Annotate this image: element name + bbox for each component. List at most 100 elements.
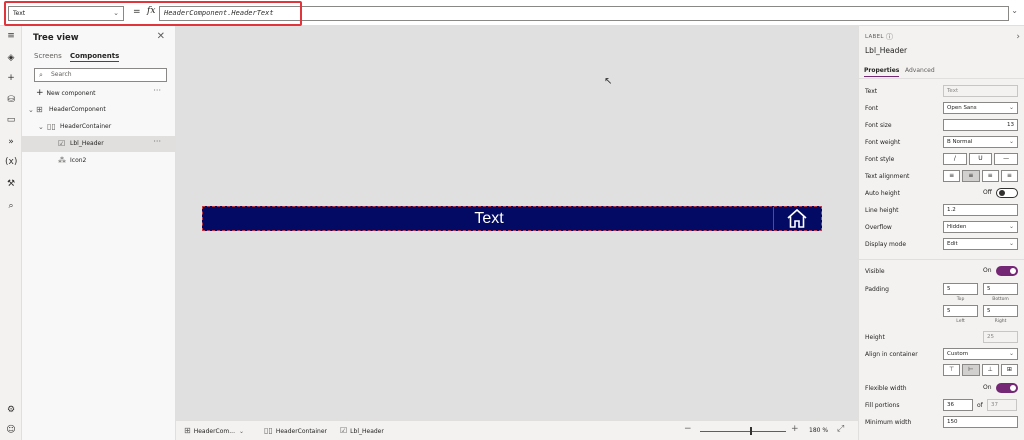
breadcrumb-label: HeaderContainer: [275, 428, 327, 435]
settings-icon[interactable]: ⚙: [5, 404, 17, 416]
collapse-panel-icon[interactable]: ›: [1016, 32, 1020, 42]
fill-portions-field[interactable]: 36: [943, 399, 973, 411]
tree-item-headercomponent[interactable]: ⌄ ⊞ HeaderComponent: [22, 102, 175, 118]
align-middle-icon[interactable]: ⊢: [962, 364, 980, 376]
align-left-icon[interactable]: ≡: [943, 170, 961, 182]
canvas[interactable]: ↖ Text: [176, 26, 858, 420]
prop-font-weight-row: Font weight B Normal ⌄: [859, 135, 1024, 152]
visible-toggle-wrap: On: [983, 266, 1019, 276]
breadcrumb-lbl-header[interactable]: ☑ Lbl_Header: [340, 421, 384, 440]
min-width-field[interactable]: 150: [943, 416, 1018, 428]
close-icon[interactable]: ✕: [157, 31, 165, 42]
align-justify-icon[interactable]: ≡: [1000, 170, 1018, 182]
header-component[interactable]: Text: [202, 206, 822, 231]
font-value: Open Sans: [947, 105, 977, 111]
tree-item-label: HeaderComponent: [49, 106, 106, 113]
tree-item-icon2[interactable]: ⁂ Icon2: [22, 153, 175, 169]
padding-left-field[interactable]: 5: [943, 305, 978, 317]
database-icon[interactable]: ⛁: [5, 94, 17, 106]
font-size-field[interactable]: 13: [943, 119, 1018, 131]
align-stretch-icon[interactable]: ⊞: [1000, 364, 1018, 376]
align-buttons: ⊤ ⊢ ⊥ ⊞: [943, 364, 1018, 376]
chevron-down-icon[interactable]: ⌄: [38, 119, 44, 135]
tab-advanced[interactable]: Advanced: [905, 67, 935, 74]
home-button[interactable]: [773, 207, 821, 230]
font-weight-value: B Normal: [947, 139, 973, 145]
chevron-down-icon: ⌄: [1008, 350, 1014, 357]
padding-right-field[interactable]: 5: [983, 305, 1018, 317]
overflow-value: Hidden: [947, 224, 967, 230]
prop-label: Text: [865, 88, 878, 95]
header-label-text[interactable]: Text: [203, 207, 775, 230]
new-component-button[interactable]: + New component: [36, 88, 95, 98]
align-center-icon[interactable]: ≡: [962, 170, 980, 182]
line-height-field[interactable]: 1.2: [943, 204, 1018, 216]
align-right-icon[interactable]: ≡: [981, 170, 999, 182]
help-icon[interactable]: ⓘ: [886, 32, 893, 42]
align-in-container-dropdown[interactable]: Custom ⌄: [943, 348, 1018, 360]
container-icon: ▯▯: [47, 122, 56, 131]
zoom-in-button[interactable]: +: [791, 424, 799, 434]
hamburger-icon[interactable]: ≡: [5, 30, 17, 42]
tools-icon[interactable]: ⚒: [5, 178, 17, 190]
left-rail: ≡ ◈ + ⛁ ▭ » (x) ⚒ ⌕ ⚙ ☺: [0, 26, 22, 440]
tree-item-lbl-header[interactable]: ☑ Lbl_Header ···: [22, 136, 175, 152]
strikethrough-button[interactable]: —: [994, 153, 1019, 165]
height-field[interactable]: 25: [983, 331, 1018, 343]
plus-icon[interactable]: +: [5, 72, 17, 84]
fit-to-screen-icon[interactable]: ⤢: [837, 424, 844, 434]
prop-label: Auto height: [865, 190, 900, 197]
tab-components[interactable]: Components: [70, 52, 120, 62]
align-value: Custom: [947, 351, 969, 357]
font-weight-dropdown[interactable]: B Normal ⌄: [943, 136, 1018, 148]
auto-height-toggle[interactable]: [996, 188, 1018, 198]
display-mode-dropdown[interactable]: Edit ⌄: [943, 238, 1018, 250]
search-input[interactable]: ⌕ Search: [34, 68, 167, 82]
prop-label: Fill portions: [865, 402, 900, 409]
font-dropdown[interactable]: Open Sans ⌄: [943, 102, 1018, 114]
overflow-dropdown[interactable]: Hidden ⌄: [943, 221, 1018, 233]
variables-icon[interactable]: (x): [5, 156, 17, 168]
zoom-slider[interactable]: [700, 427, 786, 435]
flow-icon[interactable]: »: [5, 136, 17, 148]
more-options-icon[interactable]: ···: [153, 134, 161, 150]
layers-icon[interactable]: ◈: [5, 52, 17, 64]
new-component-label: New component: [46, 90, 96, 97]
media-icon[interactable]: ▭: [5, 114, 17, 126]
zoom-slider-thumb[interactable]: [750, 427, 752, 435]
text-field[interactable]: Text: [943, 85, 1018, 97]
more-options-icon[interactable]: ···: [153, 86, 161, 95]
tree-item-label: HeaderContainer: [60, 123, 112, 130]
tab-screens[interactable]: Screens: [34, 52, 62, 60]
zoom-out-button[interactable]: −: [684, 424, 692, 434]
search-icon[interactable]: ⌕: [5, 200, 17, 212]
padding-top-field[interactable]: 5: [943, 283, 978, 295]
chevron-down-icon: ⌄: [238, 428, 245, 435]
prop-label: Line height: [865, 207, 899, 214]
padding-bottom-field[interactable]: 5: [983, 283, 1018, 295]
prop-line-height-row: Line height 1.2: [859, 203, 1024, 220]
highlight-annotation: [4, 1, 302, 26]
prop-label: Minimum width: [865, 419, 912, 426]
tab-properties[interactable]: Properties: [864, 67, 900, 77]
account-icon[interactable]: ☺: [5, 424, 17, 436]
align-bottom-icon[interactable]: ⊥: [981, 364, 999, 376]
status-bar: ⊞ HeaderCom... ⌄ ▯▯ HeaderContainer ☑ Lbl_He…: [176, 420, 858, 440]
chevron-down-icon[interactable]: ⌄: [28, 102, 34, 118]
control-name[interactable]: Lbl_Header: [865, 46, 907, 55]
breadcrumb-headercomponent[interactable]: ⊞ HeaderCom... ⌄: [184, 421, 244, 440]
search-icon: ⌕: [39, 71, 43, 79]
breadcrumb-label: Lbl_Header: [350, 428, 384, 435]
flexible-width-toggle[interactable]: [996, 383, 1018, 393]
breadcrumb-headercontainer[interactable]: ▯▯ HeaderContainer: [264, 421, 327, 440]
tree-item-headercontainer[interactable]: ⌄ ▯▯ HeaderContainer: [22, 119, 175, 135]
italic-button[interactable]: /: [943, 153, 967, 165]
prop-padding-row: Padding 5 5 Top Bottom 5 5 Left Right: [859, 282, 1024, 332]
toggle-state: Off: [983, 189, 992, 196]
align-top-icon[interactable]: ⊤: [943, 364, 961, 376]
home-icon: [787, 208, 807, 228]
prop-fill-portions-row: Fill portions 36 of 37: [859, 398, 1024, 415]
visible-toggle[interactable]: [996, 266, 1018, 276]
expand-formula-chevron-icon[interactable]: ⌄: [1011, 6, 1018, 15]
underline-button[interactable]: U: [968, 153, 993, 165]
